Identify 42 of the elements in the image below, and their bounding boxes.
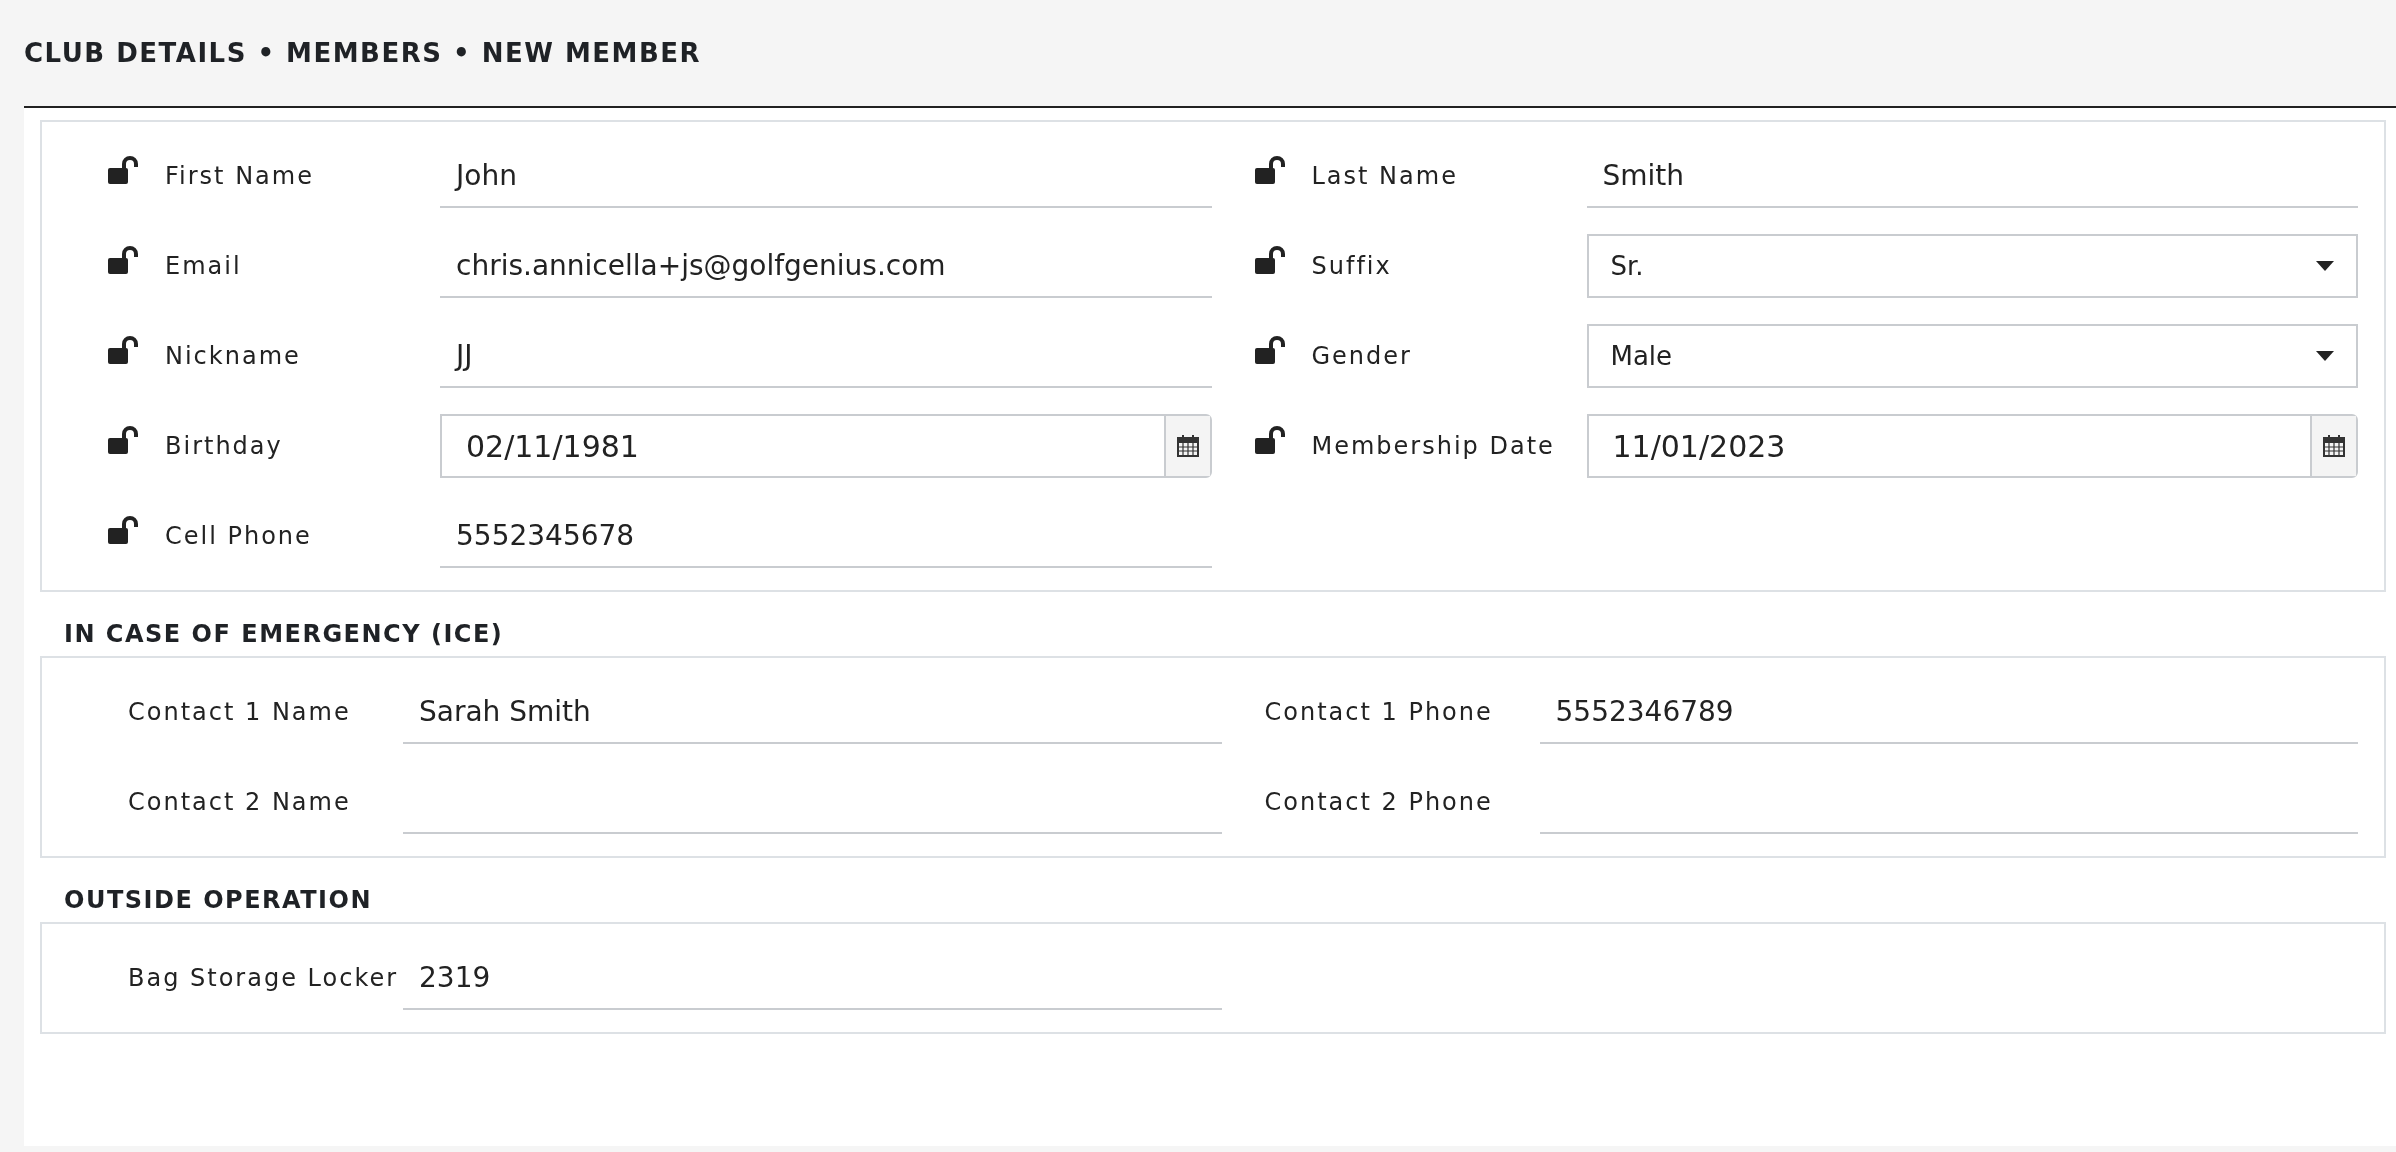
padlock-icon[interactable]	[108, 426, 140, 456]
field-label: First Name	[165, 160, 315, 192]
date-field[interactable]: 02/11/1981	[440, 414, 1212, 478]
dropdown[interactable]: Sr.	[1586, 234, 2358, 298]
date-field[interactable]: 11/01/2023	[1586, 414, 2358, 478]
field-label: Birthday	[165, 430, 284, 462]
section-heading: IN CASE OF EMERGENCY (ICE)	[64, 620, 505, 648]
field-label: Contact 1 Phone	[1264, 696, 1494, 728]
padlock-icon[interactable]	[108, 336, 140, 366]
padlock-icon[interactable]	[1254, 156, 1287, 186]
section-heading: OUTSIDE OPERATION	[64, 886, 373, 914]
input-field[interactable]: JJ	[440, 324, 1212, 388]
input-field[interactable]: Sarah Smith	[403, 680, 1222, 744]
calendar-icon[interactable]	[2323, 435, 2345, 457]
padlock-icon[interactable]	[108, 156, 140, 186]
padlock-icon[interactable]	[1254, 246, 1287, 276]
padlock-icon[interactable]	[1254, 336, 1287, 366]
field-label: Email	[165, 250, 243, 282]
padlock-icon[interactable]	[1254, 426, 1287, 456]
input-field[interactable]: 5552345678	[440, 504, 1212, 568]
field-label: Bag Storage Locker	[128, 962, 400, 994]
field-label: Cell Phone	[165, 520, 313, 552]
breadcrumb: CLUB DETAILS • MEMBERS • NEW MEMBER	[24, 38, 701, 68]
field-label: Contact 2 Name	[128, 786, 352, 818]
field-label: Contact 2 Phone	[1264, 786, 1494, 818]
input-field[interactable]: John	[440, 144, 1212, 208]
input-field[interactable]: chris.annicella+js@golfgenius.com	[440, 234, 1212, 298]
caret-icon	[2316, 261, 2334, 271]
input-field[interactable]: 2319	[403, 946, 1222, 1010]
input-field[interactable]: 5552346789	[1539, 680, 2358, 744]
input-field[interactable]: Smith	[1586, 144, 2358, 208]
padlock-icon[interactable]	[108, 246, 140, 276]
field-label: Contact 1 Name	[128, 696, 352, 728]
field-label: Gender	[1311, 340, 1413, 372]
field-label: Membership Date	[1311, 430, 1556, 462]
caret-icon	[2316, 351, 2334, 361]
dropdown[interactable]: Male	[1586, 324, 2358, 388]
field-label: Nickname	[165, 340, 302, 372]
field-label: Suffix	[1311, 250, 1393, 282]
field-label: Last Name	[1311, 160, 1459, 192]
padlock-icon[interactable]	[108, 516, 140, 546]
calendar-icon[interactable]	[1176, 435, 1199, 457]
